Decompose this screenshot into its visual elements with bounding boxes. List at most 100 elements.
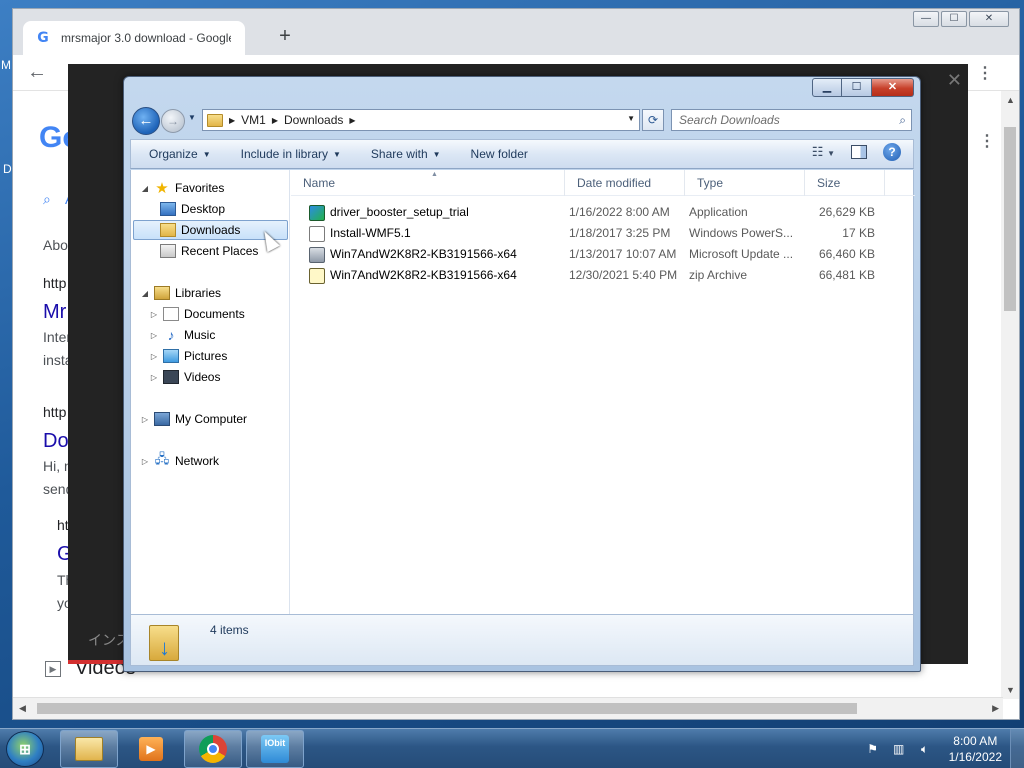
taskbar-media-player-button[interactable]: ▶ xyxy=(122,730,180,768)
search-placeholder: Search Downloads xyxy=(679,113,780,127)
share-with-menu[interactable]: Share with ▼ xyxy=(353,147,453,161)
nav-music[interactable]: ▷ ♪ Music xyxy=(150,325,215,345)
action-center-flag-icon[interactable]: ⚑ xyxy=(865,741,881,757)
collapsed-arrow-icon[interactable]: ▷ xyxy=(141,415,149,424)
star-icon: ★ xyxy=(155,180,169,197)
scroll-up-arrow-icon[interactable]: ▲ xyxy=(1006,95,1015,105)
zip-icon xyxy=(309,267,325,284)
overlay-close-icon[interactable]: ✕ xyxy=(947,70,962,91)
explorer-minimize-button[interactable]: ▁ xyxy=(812,78,842,97)
breadcrumb-separator-icon[interactable]: ▶ xyxy=(349,116,355,125)
address-bar[interactable]: ▶ VM1 ▶ Downloads ▶ ▼ xyxy=(202,109,640,131)
taskbar: ⊞ ▶ IObit ⚑ ▥ 🔈︎ 8:00 AM 1/16/2022 xyxy=(0,728,1024,768)
refresh-button[interactable]: ⟳ xyxy=(642,109,664,131)
scroll-down-arrow-icon[interactable]: ▼ xyxy=(1006,685,1015,695)
start-button[interactable]: ⊞ xyxy=(6,731,44,767)
file-row[interactable]: Win7AndW2K8R2-KB3191566-x64 12/30/2021 5… xyxy=(291,265,915,286)
recent-pages-dropdown-icon[interactable]: ▼ xyxy=(188,113,196,122)
result-title-link[interactable]: Do xyxy=(43,430,69,453)
result-stats: Abo xyxy=(43,237,68,253)
result-title-link[interactable]: Mr xyxy=(43,301,66,324)
collapsed-arrow-icon[interactable]: ▷ xyxy=(150,352,158,361)
scroll-right-arrow-icon[interactable]: ▶ xyxy=(992,703,999,714)
breadcrumb-item-vm1[interactable]: VM1 xyxy=(241,113,266,127)
column-header-size[interactable]: Size xyxy=(805,170,885,196)
explorer-maximize-button[interactable]: ☐ xyxy=(842,78,872,97)
page-vertical-scrollbar[interactable]: ▲ ▼ xyxy=(1001,91,1019,699)
nav-music-label: Music xyxy=(184,328,216,342)
music-icon: ♪ xyxy=(167,327,175,343)
nav-recent-places[interactable]: Recent Places xyxy=(160,241,258,261)
nav-documents[interactable]: ▷ Documents xyxy=(150,304,245,324)
collapsed-arrow-icon[interactable]: ▷ xyxy=(150,310,158,319)
taskbar-iobit-button[interactable]: IObit xyxy=(246,730,304,768)
nav-libraries[interactable]: ◢ Libraries xyxy=(141,283,221,303)
downloads-folder-icon xyxy=(160,223,176,237)
nav-network[interactable]: ▷ 🖧 Network xyxy=(141,451,219,471)
browser-tab[interactable]: G mrsmajor 3.0 download - Google xyxy=(23,21,245,55)
search-icon[interactable]: ⌕ xyxy=(899,110,906,130)
new-folder-button[interactable]: New folder xyxy=(453,147,540,161)
column-header-date-modified[interactable]: Date modified xyxy=(565,170,685,196)
collapsed-arrow-icon[interactable]: ▷ xyxy=(141,457,149,466)
nav-favorites[interactable]: ◢ ★ Favorites xyxy=(141,178,224,198)
chevron-down-icon: ▼ xyxy=(333,149,341,159)
file-row[interactable]: Install-WMF5.1 1/18/2017 3:25 PM Windows… xyxy=(291,223,915,244)
chrome-icon xyxy=(199,735,227,763)
file-row[interactable]: Win7AndW2K8R2-KB3191566-x64 1/13/2017 10… xyxy=(291,244,915,265)
preview-pane-icon[interactable] xyxy=(851,145,867,159)
expanded-arrow-icon[interactable]: ◢ xyxy=(141,184,149,193)
browser-menu-button[interactable]: ⋮ xyxy=(977,63,993,83)
scroll-left-arrow-icon[interactable]: ◀ xyxy=(19,703,26,714)
help-icon[interactable]: ? xyxy=(883,143,901,161)
google-favicon-icon: G xyxy=(37,30,49,46)
page-hscroll-thumb[interactable] xyxy=(37,703,857,714)
search-icon: ⌕ xyxy=(43,191,51,207)
collapsed-arrow-icon[interactable]: ▷ xyxy=(150,373,158,382)
nav-pictures[interactable]: ▷ Pictures xyxy=(150,346,227,366)
address-dropdown-icon[interactable]: ▼ xyxy=(627,114,635,123)
back-button[interactable]: ← xyxy=(132,107,160,135)
page-scrollbar-thumb[interactable] xyxy=(1004,127,1016,311)
nav-my-computer[interactable]: ▷ My Computer xyxy=(141,409,247,429)
browser-close-button[interactable]: ✕ xyxy=(969,11,1009,27)
nav-videos[interactable]: ▷ Videos xyxy=(150,367,220,387)
include-in-library-menu[interactable]: Include in library ▼ xyxy=(223,147,353,161)
collapsed-arrow-icon[interactable]: ▷ xyxy=(150,331,158,340)
nav-my-computer-label: My Computer xyxy=(175,412,248,426)
column-date-label: Date modified xyxy=(577,176,652,190)
volume-icon[interactable]: 🔈︎ xyxy=(917,741,933,757)
update-package-icon xyxy=(309,246,325,263)
new-tab-button[interactable]: + xyxy=(275,26,295,47)
network-icon[interactable]: ▥ xyxy=(891,741,907,757)
column-header-name[interactable]: ▲ Name xyxy=(291,170,565,196)
breadcrumb-separator-icon[interactable]: ▶ xyxy=(272,116,278,125)
taskbar-explorer-button[interactable] xyxy=(60,730,118,768)
search-input[interactable]: Search Downloads ⌕ xyxy=(671,109,912,131)
taskbar-chrome-button[interactable] xyxy=(184,730,242,768)
expanded-arrow-icon[interactable]: ◢ xyxy=(141,289,149,298)
clock[interactable]: 8:00 AM 1/16/2022 xyxy=(949,733,1002,765)
file-date: 1/16/2022 8:00 AM xyxy=(569,205,670,219)
breadcrumb-item-downloads[interactable]: Downloads xyxy=(284,113,343,127)
browser-minimize-button[interactable]: — xyxy=(913,11,939,27)
browser-back-button[interactable]: ← xyxy=(27,61,47,84)
show-desktop-button[interactable] xyxy=(1010,729,1024,768)
file-name: Install-WMF5.1 xyxy=(330,226,411,240)
change-view-icon[interactable]: ☷ ▼ xyxy=(812,144,835,160)
powershell-script-icon xyxy=(309,225,325,242)
column-header-type[interactable]: Type xyxy=(685,170,805,196)
forward-button[interactable]: → xyxy=(161,109,185,133)
explorer-close-button[interactable]: ✕ xyxy=(872,78,914,97)
file-type: Microsoft Update ... xyxy=(689,247,794,261)
more-options-icon[interactable]: ⋮ xyxy=(979,131,995,151)
breadcrumb-separator-icon[interactable]: ▶ xyxy=(229,116,235,125)
desktop-label-fragment: M xyxy=(1,58,11,72)
browser-maximize-button[interactable]: ☐ xyxy=(941,11,967,27)
page-horizontal-scrollbar[interactable]: ◀ ▶ xyxy=(13,697,1003,719)
file-date: 12/30/2021 5:40 PM xyxy=(569,268,678,282)
nav-desktop[interactable]: Desktop xyxy=(160,199,225,219)
organize-menu[interactable]: Organize ▼ xyxy=(131,147,223,161)
file-row[interactable]: driver_booster_setup_trial 1/16/2022 8:0… xyxy=(291,202,915,223)
details-pane: ↓ 4 items xyxy=(130,614,914,666)
